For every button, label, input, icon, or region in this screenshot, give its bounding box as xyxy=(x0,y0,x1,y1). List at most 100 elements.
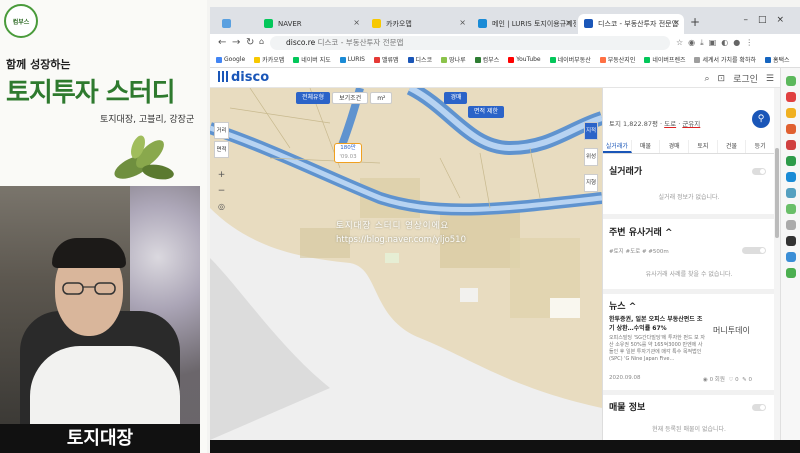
map-view[interactable]: 전체유형 보기조건 m² 경매 면적 제한 거리 면적 + − ◎ 지적 위성 … xyxy=(210,88,602,440)
bookmark-item[interactable]: 부동산지인 xyxy=(599,55,635,64)
trade-toggle[interactable] xyxy=(752,168,766,175)
tab-label: NAVER xyxy=(278,20,302,28)
bookmark-item[interactable]: 홈택스 xyxy=(764,55,790,64)
extension-icon[interactable] xyxy=(786,252,796,262)
extension-icon[interactable] xyxy=(786,156,796,166)
parcel-area: 토지 1,822.87평 · xyxy=(609,120,665,128)
filter-all-types[interactable]: 전체유형 xyxy=(296,92,331,104)
bookmark-item[interactable]: 세계서 가치를 확하하 xyxy=(694,55,756,64)
price-marker[interactable]: 180만 '09.03 xyxy=(334,143,362,163)
tab-label: 카카오맵 xyxy=(386,20,412,28)
tab-luris[interactable]: 메인 | LURIS 토지이용규제정보 × xyxy=(472,14,576,34)
like-icon[interactable]: ♡ xyxy=(728,377,733,383)
extension-icon[interactable] xyxy=(786,76,796,86)
panel-tab[interactable]: 토지 xyxy=(689,140,718,153)
naver-favicon-icon xyxy=(264,19,273,28)
window-controls[interactable]: –□× xyxy=(743,15,794,25)
collapse-caret-icon[interactable]: ^ xyxy=(629,302,637,312)
locate-icon[interactable]: ◎ xyxy=(214,202,229,211)
close-tab-icon[interactable]: × xyxy=(673,18,680,27)
url-input[interactable]: disco.re 디스코 - 부동산투자 전문앱 xyxy=(270,36,670,50)
panel-tab[interactable]: 건물 xyxy=(718,140,747,153)
extension-icon[interactable] xyxy=(786,188,796,198)
extension-icons[interactable]: ☆◉⤓▣◐●⋮ xyxy=(676,38,758,48)
layer-cadastral-button[interactable]: 지적 xyxy=(584,122,598,140)
bookmark-label: 네이버프렌즈 xyxy=(652,57,686,64)
bookmark-item[interactable]: 디스코 xyxy=(407,55,433,64)
reload-icon[interactable]: ↻ xyxy=(246,37,254,48)
listing-toggle[interactable] xyxy=(752,404,766,411)
menu-icon[interactable]: ☰ xyxy=(766,74,774,84)
disco-logo[interactable]: disco xyxy=(218,70,269,85)
map-left-tools: 거리 면적 xyxy=(214,122,229,158)
location-pin-icon[interactable]: ⚲ xyxy=(752,110,770,128)
unit-toggle[interactable]: m² xyxy=(370,92,393,104)
bookmark-item[interactable]: 컴부스 xyxy=(474,55,499,64)
bookmark-item[interactable]: 밸류맵 xyxy=(373,55,399,64)
zoom-controls: + − ◎ xyxy=(214,170,229,211)
login-button[interactable]: 로그인 xyxy=(733,72,758,85)
tab-label: 디스코 - 부동산투자 전문앱 xyxy=(598,20,679,28)
collapse-caret-icon[interactable]: ^ xyxy=(665,228,673,238)
tab-label: 메인 | LURIS 토지이용규제정보 xyxy=(492,20,576,28)
similar-filter-tags: #토지 #도로 # #500m xyxy=(609,249,669,255)
presenter-hair xyxy=(52,238,126,268)
layer-terrain-button[interactable]: 지형 xyxy=(584,174,598,192)
listing-empty-message: 현재 등록된 매물이 없습니다. xyxy=(652,426,726,433)
panel-tab[interactable]: 실거래가 xyxy=(603,140,632,153)
area-tool-button[interactable]: 면적 xyxy=(214,141,229,158)
panel-tab[interactable]: 매물 xyxy=(632,140,661,153)
bookmark-favicon-icon xyxy=(339,56,346,63)
comment-icon[interactable]: ✎ xyxy=(742,377,747,383)
distance-tool-button[interactable]: 거리 xyxy=(214,122,229,139)
search-icon[interactable]: ⌕ xyxy=(704,74,709,84)
new-tab-button[interactable]: + xyxy=(690,15,700,29)
panel-tab[interactable]: 경매 xyxy=(660,140,690,153)
tab-0[interactable] xyxy=(216,14,256,34)
similar-options-button[interactable] xyxy=(742,247,766,254)
bookmark-item[interactable]: 카카오맵 xyxy=(254,55,284,64)
extension-icon[interactable] xyxy=(786,236,796,246)
bookmark-page-icon[interactable]: ⊡ xyxy=(718,74,726,84)
news-headline[interactable]: 한투증권, 일본 오피스 부동산펀드 조기 상환…수익률 67% xyxy=(609,315,707,333)
zoom-out-button[interactable]: − xyxy=(214,186,229,196)
extension-icon[interactable] xyxy=(786,92,796,102)
bookmark-label: 디스코 xyxy=(415,57,433,64)
extension-icon[interactable] xyxy=(786,172,796,182)
extension-icon[interactable] xyxy=(786,204,796,214)
back-arrow-icon[interactable]: ← xyxy=(218,37,226,48)
layer-satellite-button[interactable]: 위성 xyxy=(584,148,598,166)
extension-icon[interactable] xyxy=(786,268,796,278)
tab-kakaomap[interactable]: 카카오맵 × xyxy=(366,14,470,34)
extension-icon[interactable] xyxy=(786,220,796,230)
extension-icon[interactable] xyxy=(786,124,796,134)
extension-icon[interactable] xyxy=(786,108,796,118)
luris-favicon-icon xyxy=(478,19,487,28)
panel-tab[interactable]: 등기 xyxy=(746,140,774,153)
close-tab-icon[interactable]: × xyxy=(459,18,466,27)
extension-icon[interactable] xyxy=(786,140,796,150)
bookmark-item[interactable]: 네이버 지도 xyxy=(293,55,331,64)
area-limit-chip[interactable]: 면적 제한 xyxy=(468,106,504,118)
site-header: disco ⌕ ⊡ 로그인 ☰ xyxy=(210,68,780,88)
webcam-feed xyxy=(0,186,200,424)
bookmark-item[interactable]: 네이버부동산 xyxy=(549,55,591,64)
bookmark-item[interactable]: LURIS xyxy=(339,56,365,63)
tab-disco[interactable]: 디스코 - 부동산투자 전문앱 × xyxy=(578,14,684,34)
zoom-in-button[interactable]: + xyxy=(214,170,229,180)
news-comments: 0 xyxy=(748,377,752,383)
tab-naver[interactable]: NAVER × xyxy=(258,14,364,34)
bookmark-item[interactable]: YouTube xyxy=(508,56,541,63)
bookmark-item[interactable]: 네이버프렌즈 xyxy=(644,55,685,64)
promo-subtitle: 토지대장, 고블리, 강장군 xyxy=(100,115,195,125)
bookmark-item[interactable]: Google xyxy=(216,56,245,63)
close-tab-icon[interactable]: × xyxy=(565,18,572,27)
section-title-trade: 실거래가 xyxy=(609,167,643,177)
bookmark-item[interactable]: 땅나루 xyxy=(441,55,466,64)
filter-auction[interactable]: 경매 xyxy=(444,92,468,104)
close-tab-icon[interactable]: × xyxy=(353,18,360,27)
filter-view-conditions[interactable]: 보기조건 xyxy=(332,92,369,104)
forward-arrow-icon[interactable]: → xyxy=(232,37,240,48)
scrollbar-thumb[interactable] xyxy=(775,148,779,238)
home-icon[interactable]: ⌂ xyxy=(259,37,264,46)
